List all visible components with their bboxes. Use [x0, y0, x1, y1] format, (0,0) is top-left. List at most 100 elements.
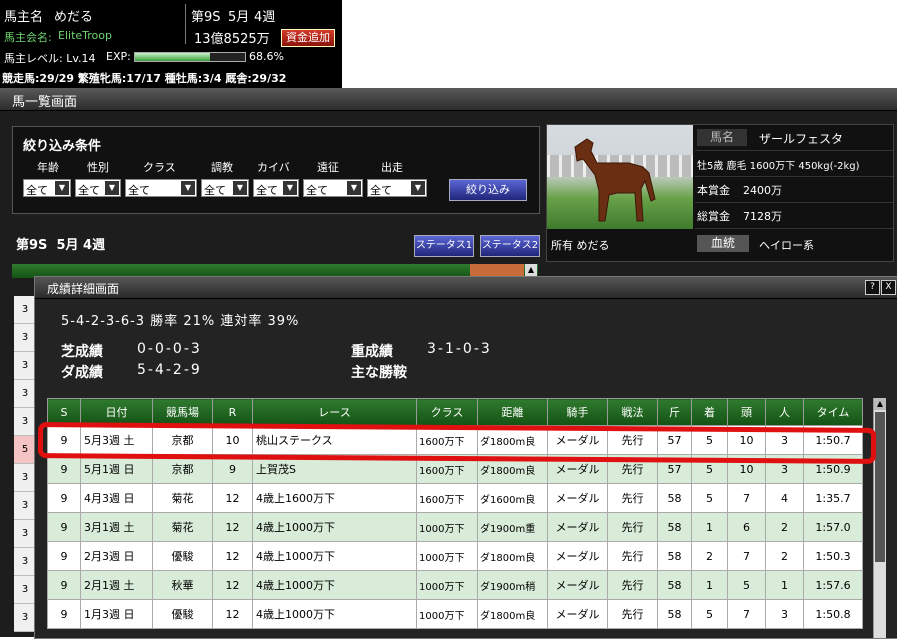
cell-weight: 58	[657, 541, 692, 571]
column-header-date[interactable]: 日付	[80, 398, 153, 426]
filter-select-class[interactable]: 全て ▼	[125, 179, 197, 197]
cell-time: 1:50.8	[803, 599, 863, 629]
cell-track: 優駿	[152, 599, 213, 629]
list-item[interactable]: 3	[14, 296, 36, 324]
cell-distance: ダ1800m良	[477, 599, 548, 629]
horse-total: 7128万	[743, 210, 782, 223]
cell-finish: 5	[691, 483, 728, 513]
table-row[interactable]: 9 3月1週 土菊花 12 4歳上1000万下 1000万下 ダ1900m重 メーダル 先行 5…	[47, 512, 863, 542]
dropdown-arrow-icon: ▼	[105, 181, 119, 195]
cell-weight: 58	[657, 483, 692, 513]
filter-label-entry: 出走	[381, 161, 403, 174]
table-row[interactable]: 9 2月1週 土秋華 12 4歳上1000万下 1000万下 ダ1900m稍 メーダル 先行 5…	[47, 570, 863, 600]
overall-record: 5-4-2-3-6-3 勝率 21% 連対率 39%	[61, 314, 300, 329]
cell-tactic: 先行	[607, 570, 658, 600]
column-header-time[interactable]: タイム	[803, 398, 863, 426]
cell-weight: 58	[657, 570, 692, 600]
list-item[interactable]: 3	[14, 380, 36, 408]
column-header-distance[interactable]: 距離	[477, 398, 548, 426]
column-header-finish[interactable]: 着	[691, 398, 728, 426]
filter-select-age[interactable]: 全て ▼	[23, 179, 71, 197]
close-icon[interactable]: X	[881, 280, 896, 295]
filter-select-sex[interactable]: 全て ▼	[75, 179, 121, 197]
horse-pedigree: ヘイロー系	[759, 239, 814, 252]
scroll-up-icon[interactable]: ▲	[874, 398, 886, 410]
cell-class: 1000万下	[416, 512, 478, 542]
cell-finish: 5	[691, 599, 728, 629]
cell-runners: 7	[727, 599, 766, 629]
column-header-tactic[interactable]: 戦法	[607, 398, 658, 426]
cell-season: 9	[47, 599, 81, 629]
count-stable-value: 29/32	[251, 72, 287, 85]
filter-title: 絞り込み条件	[23, 139, 102, 154]
cell-time: 1:50.3	[803, 541, 863, 571]
cell-popularity: 1	[765, 570, 804, 600]
column-header-class[interactable]: クラス	[416, 398, 478, 426]
horse-info-panel: 馬名 ザールフェスタ 牡5歳 鹿毛 1600万下 450kg(-2kg) 本賞金…	[546, 124, 894, 262]
cell-race-name: 4歳上1000万下	[252, 570, 417, 600]
cell-jockey: メーダル	[547, 483, 608, 513]
list-item[interactable]: 3	[14, 604, 36, 632]
column-header-runners[interactable]: 頭	[727, 398, 766, 426]
cell-track: 菊花	[152, 512, 213, 542]
horse-info: 牡5歳 鹿毛 1600万下 450kg(-2kg)	[697, 161, 860, 172]
list-item[interactable]: 3	[14, 576, 36, 604]
dirt-record-label: ダ成績	[61, 365, 103, 381]
table-row[interactable]: 9 1月3週 日優駿 12 4歳上1000万下 1000万下 ダ1800m良 メーダル 先行 5…	[47, 599, 863, 629]
cell-race-name: 4歳上1000万下	[252, 541, 417, 571]
dropdown-arrow-icon: ▼	[283, 181, 297, 195]
status1-tab[interactable]: ステータス1	[414, 235, 474, 257]
filter-select-feed[interactable]: 全て ▼	[253, 179, 299, 197]
cell-race-number: 12	[212, 599, 253, 629]
cell-distance: ダ1900m稍	[477, 570, 548, 600]
filter-select-training[interactable]: 全て ▼	[201, 179, 249, 197]
cell-date: 5月1週 日	[80, 454, 153, 484]
owner-name: めだる	[54, 10, 94, 25]
column-header-track[interactable]: 競馬場	[152, 398, 213, 426]
column-header-weight[interactable]: 斤	[657, 398, 692, 426]
pedigree-button[interactable]: 血統	[697, 235, 749, 252]
filter-apply-button[interactable]: 絞り込み	[449, 179, 527, 201]
club-name: EliteTroop	[58, 29, 112, 42]
scroll-up-icon[interactable]: ▲	[525, 264, 537, 276]
table-row[interactable]: 9 4月3週 日菊花 12 4歳上1600万下 1600万下 ダ1600m良 メーダル 先行 5…	[47, 483, 863, 513]
filter-label-training: 調教	[211, 161, 233, 174]
column-header-popularity[interactable]: 人	[765, 398, 804, 426]
list-item[interactable]: 3	[14, 352, 36, 380]
list-item[interactable]: 3	[14, 492, 36, 520]
horse-info-row: 牡5歳 鹿毛 1600万下 450kg(-2kg)	[695, 151, 893, 177]
heavy-record: 3-1-0-3	[427, 341, 492, 357]
cell-popularity: 3	[765, 599, 804, 629]
count-broodmare-label: 繁殖牝馬:	[77, 72, 127, 85]
column-header-race-number[interactable]: R	[212, 398, 253, 426]
list-item[interactable]: 3	[14, 520, 36, 548]
count-racehorse-value: 29/29	[39, 72, 75, 85]
list-item[interactable]: 3	[14, 408, 36, 436]
horse-prize-label: 本賞金	[697, 184, 730, 197]
list-item[interactable]: 3	[14, 548, 36, 576]
filter-select-expedition[interactable]: 全て ▼	[303, 179, 363, 197]
cell-tactic: 先行	[607, 483, 658, 513]
column-header-jockey[interactable]: 騎手	[547, 398, 608, 426]
list-item[interactable]: 3	[14, 324, 36, 352]
dropdown-arrow-icon: ▼	[181, 181, 195, 195]
filter-label-feed: カイバ	[257, 161, 290, 174]
scrollbar-thumb[interactable]	[875, 412, 885, 562]
list-item-selected[interactable]: 5	[14, 436, 36, 464]
table-row[interactable]: 9 2月3週 日優駿 12 4歳上1000万下 1000万下 ダ1800m良 メーダル 先行 5…	[47, 541, 863, 571]
add-funds-button[interactable]: 資金追加	[281, 29, 335, 47]
exp-progress-fill	[135, 53, 211, 61]
dropdown-arrow-icon: ▼	[55, 181, 69, 195]
column-header-race-name[interactable]: レース	[252, 398, 417, 426]
cell-season: 9	[47, 512, 81, 542]
list-item[interactable]: 3	[14, 464, 36, 492]
exp-progress-bar	[134, 52, 246, 62]
cell-popularity: 4	[765, 483, 804, 513]
filter-select-entry[interactable]: 全て ▼	[367, 179, 427, 197]
cell-distance: ダ1900m重	[477, 512, 548, 542]
main-wins-label: 主な勝鞍	[351, 365, 407, 381]
help-icon[interactable]: ?	[865, 280, 880, 295]
cell-tactic: 先行	[607, 599, 658, 629]
status2-tab[interactable]: ステータス2	[480, 235, 540, 257]
cell-weight: 58	[657, 512, 692, 542]
